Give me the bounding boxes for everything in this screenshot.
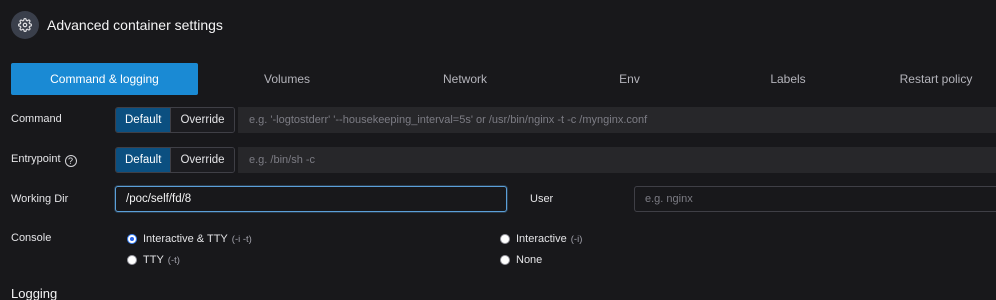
working-dir-label: Working Dir — [11, 193, 69, 205]
console-option-tty[interactable]: TTY (-t) — [127, 254, 180, 266]
console-option-interactive[interactable]: Interactive (-i) — [500, 233, 582, 245]
user-label: User — [530, 193, 554, 205]
entrypoint-label: Entrypoint? — [11, 153, 77, 167]
tab-restart-policy[interactable]: Restart policy — [871, 63, 996, 95]
console-option-label: None — [516, 254, 543, 266]
gear-icon — [11, 11, 39, 39]
console-option-none[interactable]: None — [500, 254, 542, 266]
console-option-hint: (-t) — [167, 254, 180, 266]
help-icon[interactable]: ? — [64, 155, 77, 167]
entrypoint-input[interactable]: e.g. /bin/sh -c — [238, 147, 996, 173]
user-input[interactable]: e.g. nginx — [634, 186, 996, 212]
radio-checked-icon[interactable] — [127, 234, 137, 244]
console-option-label: Interactive — [516, 233, 567, 245]
working-dir-input[interactable]: /poc/self/fd/8 — [115, 186, 507, 212]
console-option-hint: (-i -t) — [231, 233, 252, 245]
console-option-hint: (-i) — [570, 233, 583, 245]
command-override-button[interactable]: Override — [171, 108, 234, 132]
console-option-label: Interactive & TTY — [143, 233, 228, 245]
entrypoint-default-button[interactable]: Default — [116, 148, 172, 172]
command-label: Command — [11, 113, 62, 125]
radio-unchecked-icon[interactable] — [127, 255, 137, 265]
tab-labels[interactable]: Labels — [705, 63, 871, 95]
command-input[interactable]: e.g. '-logtostderr' '--housekeeping_inte… — [238, 107, 996, 133]
command-mode-toggle: Default Override — [115, 107, 235, 133]
console-option-label: TTY — [143, 254, 164, 266]
console-label: Console — [11, 232, 52, 244]
entrypoint-mode-toggle: Default Override — [115, 147, 235, 173]
page-title: Advanced container settings — [47, 17, 223, 33]
tab-network[interactable]: Network — [376, 63, 554, 95]
radio-unchecked-icon[interactable] — [500, 234, 510, 244]
command-default-button[interactable]: Default — [116, 108, 172, 132]
radio-unchecked-icon[interactable] — [500, 255, 510, 265]
settings-tabs: Command & logging Volumes Network Env La… — [11, 63, 996, 95]
console-option-interactive-tty[interactable]: Interactive & TTY (-i -t) — [127, 233, 252, 245]
tab-command-logging[interactable]: Command & logging — [11, 63, 198, 95]
logging-section-title: Logging — [11, 286, 58, 300]
entrypoint-override-button[interactable]: Override — [171, 148, 234, 172]
tab-env[interactable]: Env — [554, 63, 705, 95]
tab-volumes[interactable]: Volumes — [198, 63, 376, 95]
entrypoint-label-text: Entrypoint — [11, 153, 61, 165]
section-header: Advanced container settings — [11, 10, 223, 40]
